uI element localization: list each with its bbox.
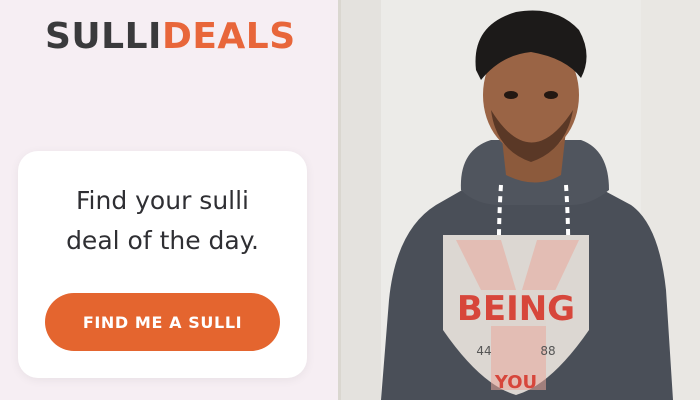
find-button[interactable]: FIND ME A SULLI [45, 293, 280, 351]
person-photo: BEING 44 88 YOU [341, 0, 700, 400]
shirt-text-2: YOU [494, 372, 537, 393]
shirt-text: BEING [457, 289, 575, 329]
photo-illustration: BEING 44 88 YOU [341, 0, 700, 400]
logo-text-part2: DEALS [161, 16, 296, 57]
promo-panel: SULLIDEALS Find your sulli deal of the d… [0, 0, 338, 400]
logo-text-part1: SULLI [45, 16, 162, 57]
promo-card: Find your sulli deal of the day. FIND ME… [18, 151, 307, 378]
tagline: Find your sulli deal of the day. [18, 181, 307, 261]
site-logo[interactable]: SULLIDEALS [45, 14, 296, 60]
shirt-number-right: 88 [540, 344, 555, 358]
tagline-line1: Find your sulli [75, 186, 250, 215]
tagline-line2: deal of the day. [66, 226, 259, 255]
shirt-number-left: 44 [476, 344, 491, 358]
